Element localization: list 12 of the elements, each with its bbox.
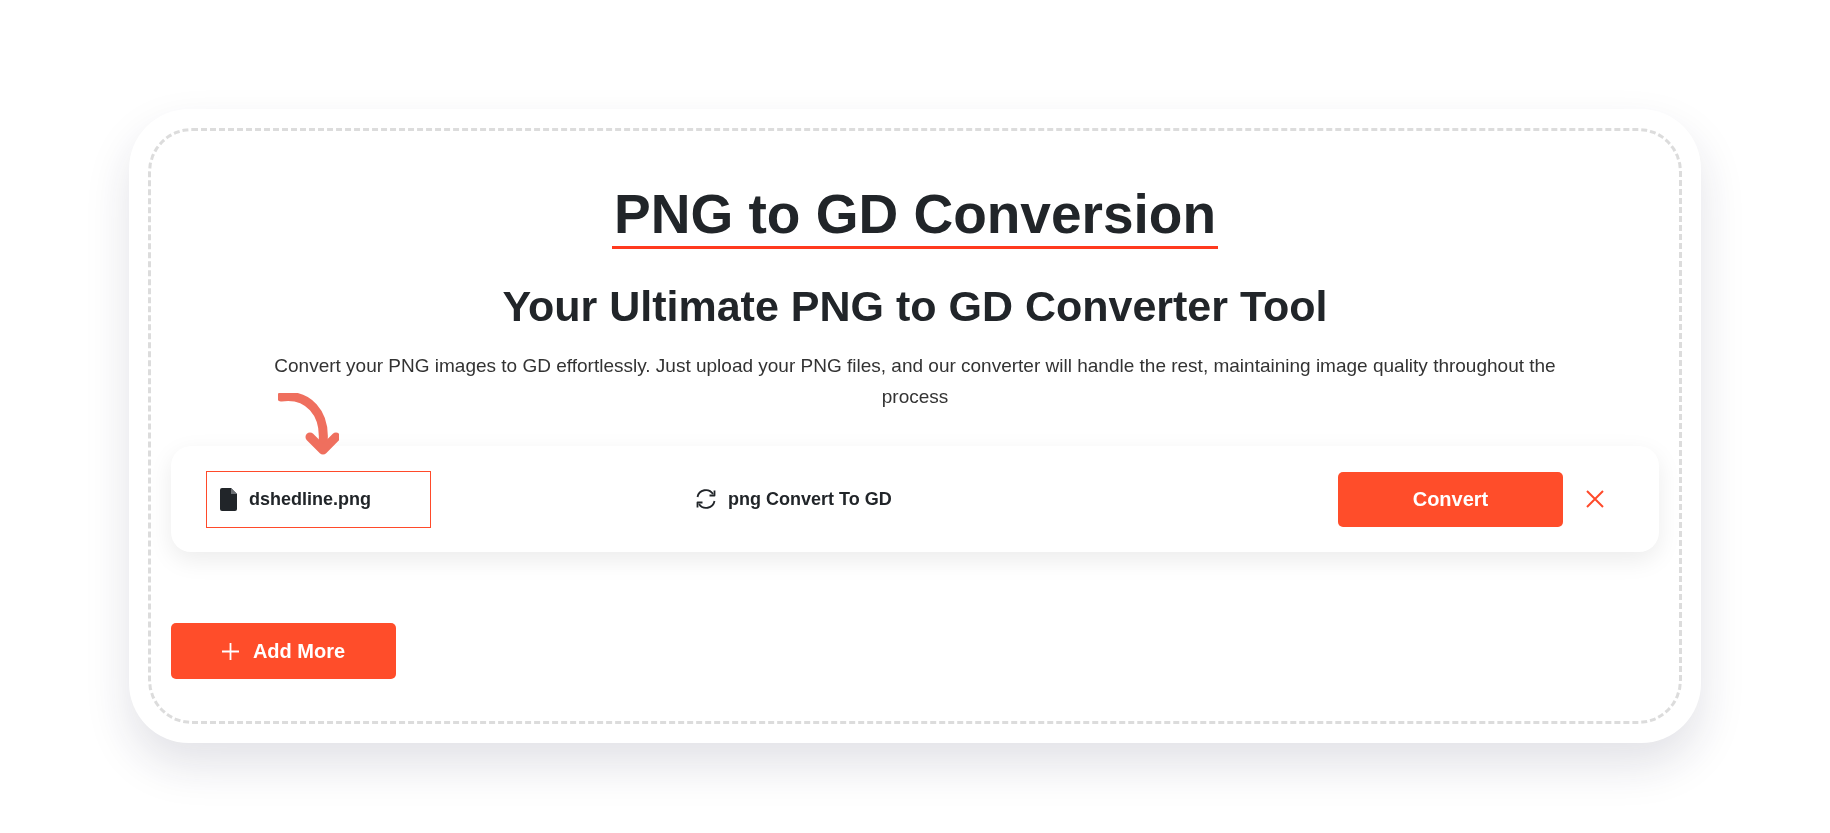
convert-button[interactable]: Convert: [1338, 471, 1563, 527]
description: Convert your PNG images to GD effortlessly. Just upload your PNG files, and our converter will handle the rest, maintaining image quality throughout the process: [273, 354, 1557, 409]
page-title: PNG to GD Conversion: [612, 182, 1218, 249]
remove-button[interactable]: [1586, 490, 1604, 508]
plus-icon: [221, 642, 239, 660]
conversion-label: png Convert To GD: [728, 487, 892, 511]
add-more-button[interactable]: Add More: [171, 623, 396, 679]
page-subtitle: Your Ultimate PNG to GD Converter Tool: [502, 281, 1328, 332]
sync-icon: [694, 488, 718, 510]
close-icon: [1586, 490, 1604, 508]
file-name: dshedline.png: [249, 487, 371, 511]
file-icon: [220, 487, 237, 511]
